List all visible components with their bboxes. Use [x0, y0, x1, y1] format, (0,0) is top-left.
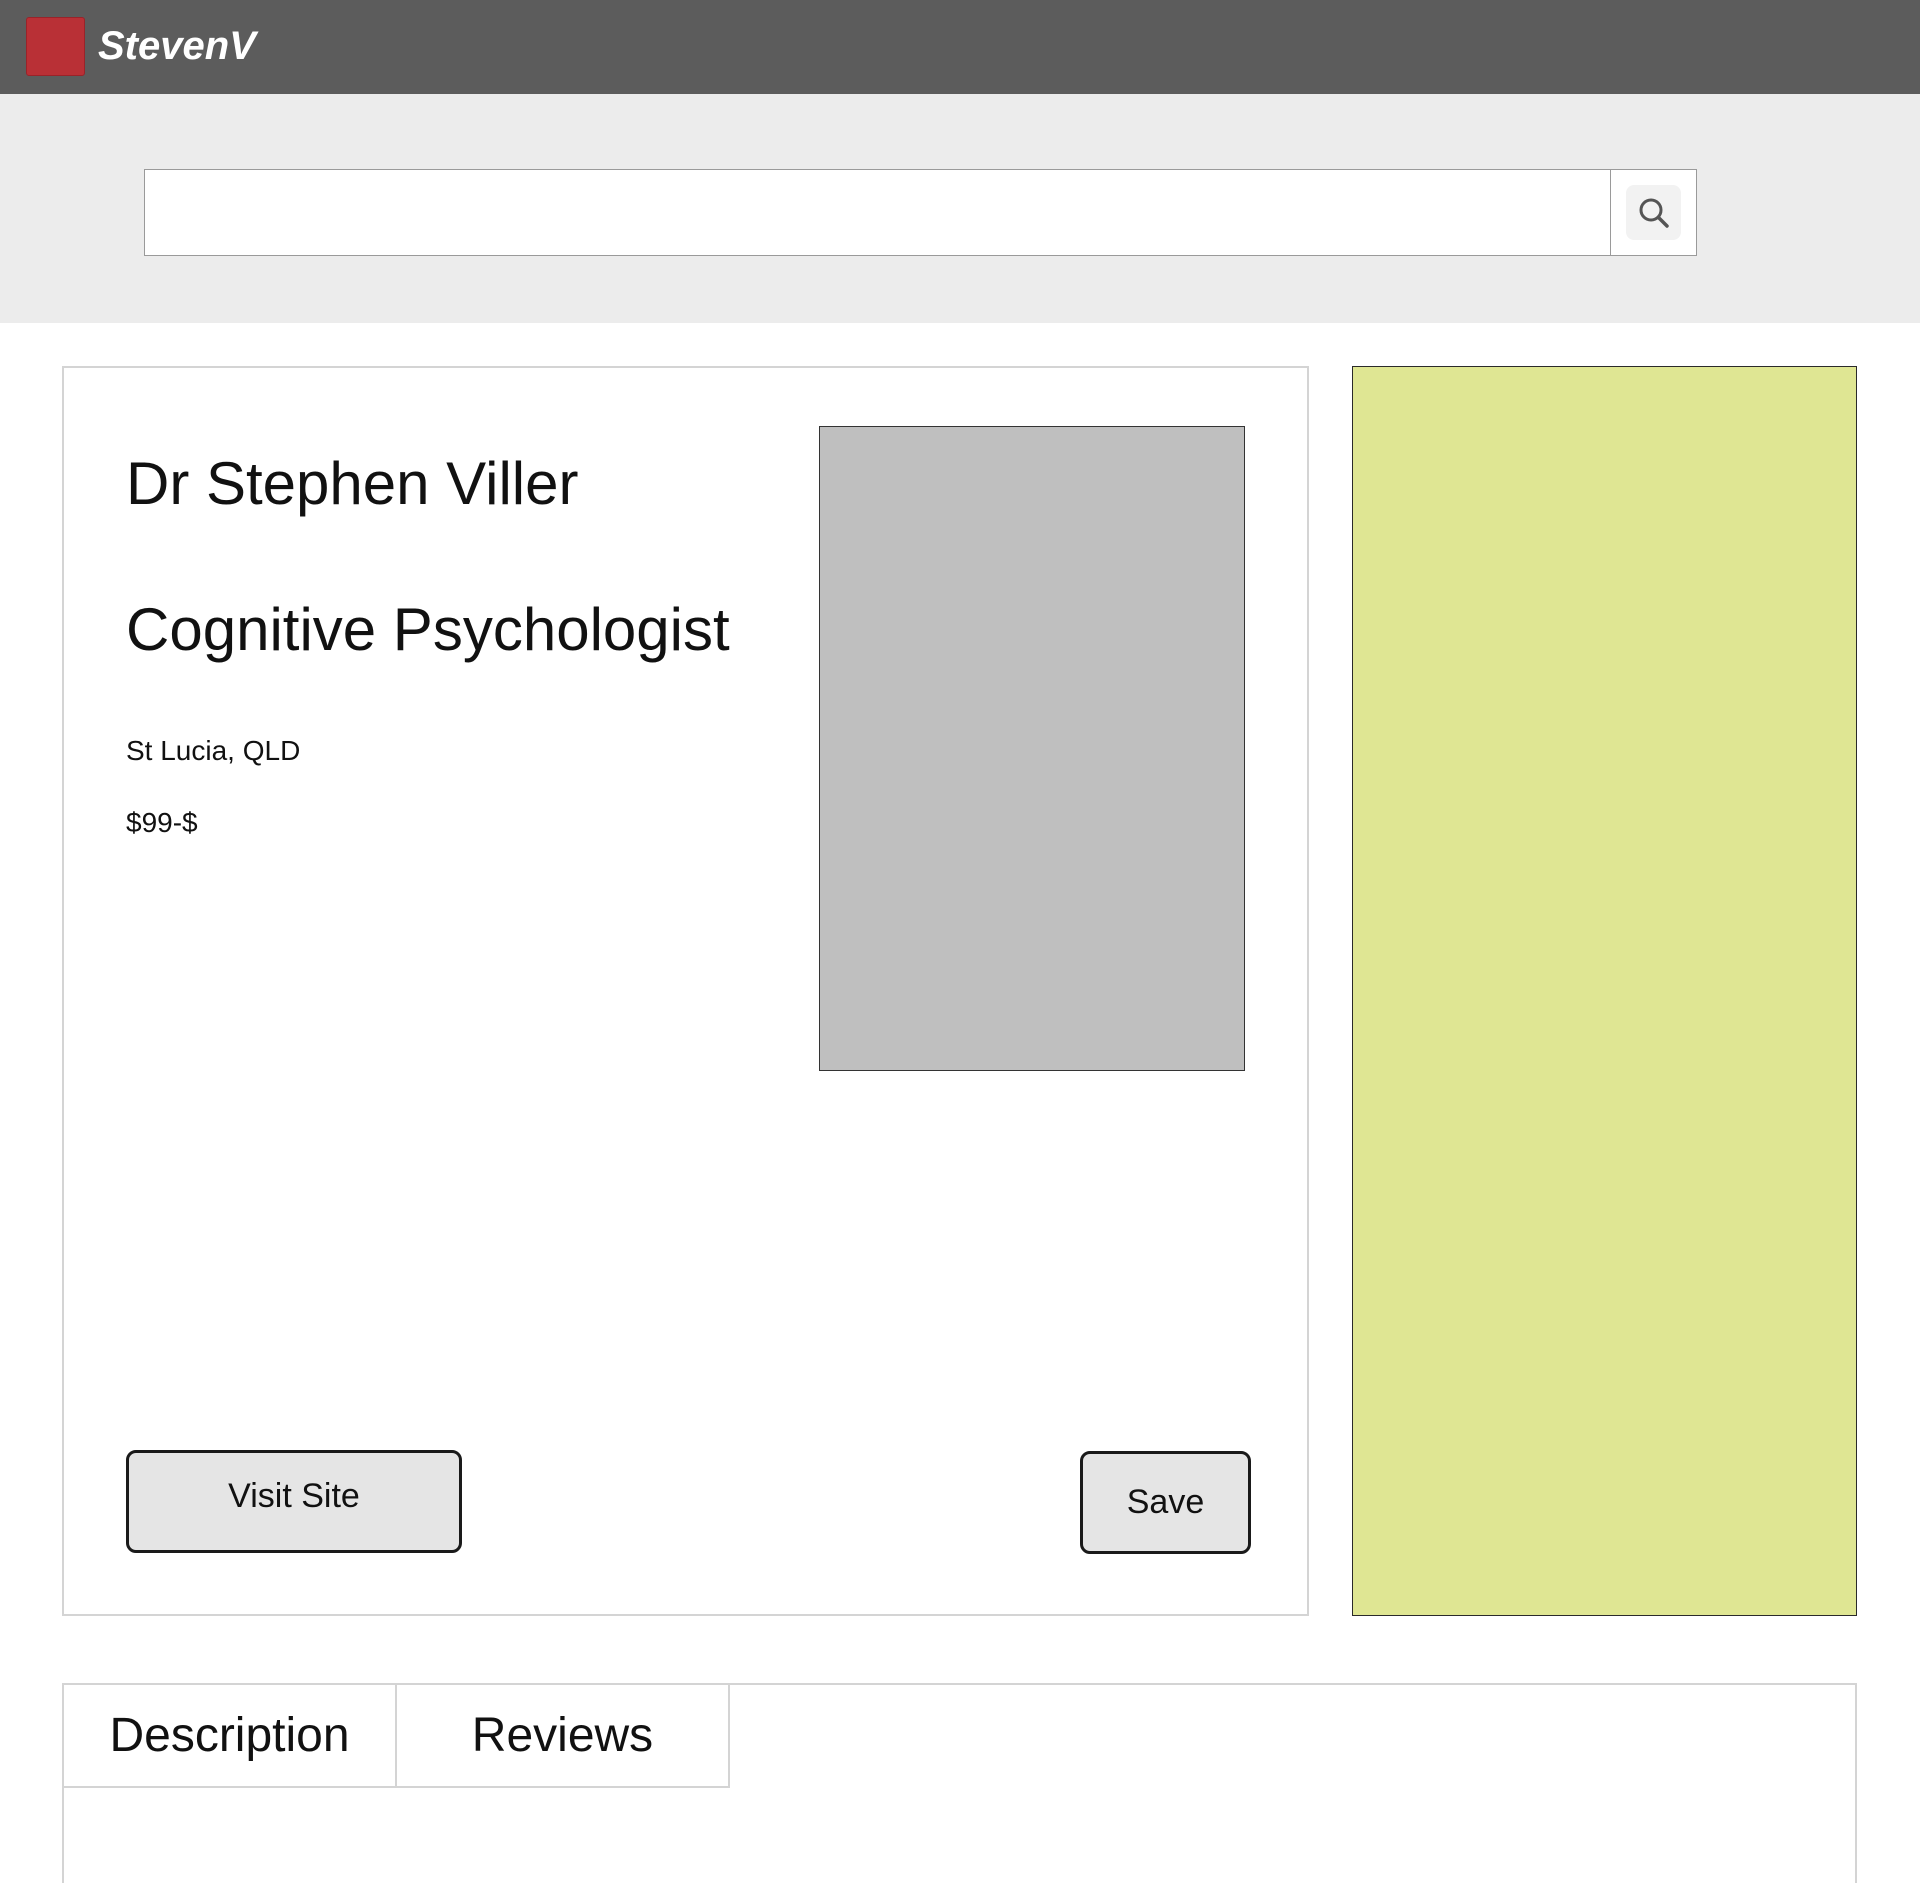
- search-icon: [1639, 198, 1669, 228]
- visit-site-button[interactable]: Visit Site: [126, 1450, 462, 1553]
- profile-card: Dr Stephen Viller Cognitive Psychologist…: [62, 366, 1309, 1616]
- search-button[interactable]: [1610, 169, 1697, 256]
- save-button[interactable]: Save: [1080, 1451, 1251, 1554]
- profile-price: $99-$: [126, 807, 198, 838]
- profile-photo-placeholder: [819, 426, 1245, 1071]
- search-button-face[interactable]: [1626, 185, 1681, 240]
- search-band: [0, 94, 1920, 323]
- tab-reviews-label: Reviews: [471, 1709, 654, 1762]
- tab-description[interactable]: Description: [64, 1685, 397, 1788]
- profile-title: Cognitive Psychologist: [126, 596, 730, 663]
- visit-site-label: Visit Site: [228, 1477, 360, 1515]
- tab-description-label: Description: [109, 1709, 350, 1762]
- save-label: Save: [1126, 1483, 1205, 1521]
- search-input[interactable]: [144, 169, 1611, 256]
- profile-name: Dr Stephen Viller: [126, 450, 579, 517]
- tab-reviews[interactable]: Reviews: [397, 1685, 730, 1788]
- logo-icon[interactable]: [26, 17, 85, 76]
- brand-name[interactable]: StevenV: [98, 22, 256, 70]
- tabs-section: Description Reviews: [62, 1683, 1857, 1883]
- profile-location: St Lucia, QLD: [126, 735, 301, 766]
- page: StevenV Dr Stephen Viller Cognitive Psyc…: [0, 0, 1920, 1883]
- top-bar: StevenV: [0, 0, 1920, 94]
- side-panel: [1352, 366, 1857, 1616]
